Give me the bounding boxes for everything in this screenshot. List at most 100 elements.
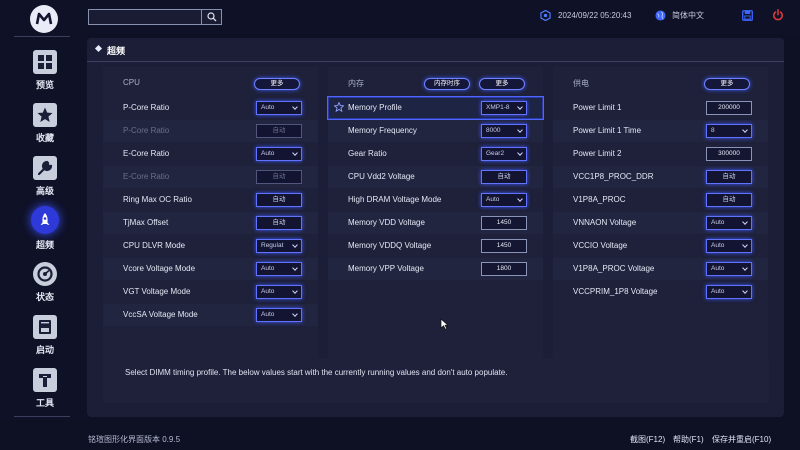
tjmax-offset-button[interactable]: 自动 [256,216,302,230]
sidebar-item-tools[interactable]: 工具 [18,368,72,416]
setting-row[interactable]: VCCIO Voltage Auto [553,235,768,257]
setting-row: P-Core Ratio 自动 [103,120,318,142]
cpu-dlvr-mode-dropdown[interactable]: Regulat [256,239,302,253]
power-icon[interactable] [772,9,784,21]
setting-row[interactable]: CPU Vdd2 Voltage 自动 [328,166,543,188]
setting-row[interactable]: Power Limit 1 Time 8 [553,120,768,142]
setting-row[interactable]: TjMax Offset 自动 [103,212,318,234]
memory-profile-dropdown[interactable]: XMP1-8 [481,101,527,115]
search-button[interactable] [201,9,222,25]
favorite-star-icon[interactable] [334,102,344,112]
setting-row[interactable]: P-Core Ratio Auto [103,97,318,119]
v1p8a-proc-voltage-dropdown[interactable]: Auto [706,262,752,276]
setting-label: CPU DLVR Mode [123,241,186,250]
globe-icon [655,10,666,21]
setting-label: E-Core Ratio [123,149,170,158]
column-title: 内存 [348,79,364,88]
grid-icon [33,50,57,74]
setting-label: V1P8A_PROC [573,195,626,204]
power-limit-2-input[interactable]: 300000 [706,147,752,161]
sidebar-item-label: 工具 [35,398,54,408]
vccsa-voltage-mode-dropdown[interactable]: Auto [256,308,302,322]
setting-row[interactable]: Gear Ratio Gear2 [328,143,543,165]
vccprim-1p8-voltage-dropdown[interactable]: Auto [706,285,752,299]
memory-frequency-dropdown[interactable]: 8000 [481,124,527,138]
setting-row[interactable]: CPU DLVR Mode Regulat [103,235,318,257]
setting-label: Vcore Voltage Mode [123,264,196,273]
setting-row-selected[interactable]: Memory Profile XMP1-8 [327,96,544,120]
setting-row[interactable]: Ring Max OC Ratio 自动 [103,189,318,211]
setting-row[interactable]: VCCPRIM_1P8 Voltage Auto [553,281,768,303]
setting-row[interactable]: Memory VPP Voltage 1800 [328,258,543,280]
sidebar-item-status[interactable]: 状态 [18,262,72,310]
sidebar-item-preview[interactable]: 预览 [18,50,72,98]
sidebar-item-boot[interactable]: 启动 [18,315,72,363]
e-core-ratio-dropdown[interactable]: Auto [256,147,302,161]
datetime-display: 2024/09/22 05:20:43 [540,10,631,21]
memory-vpp-voltage-input[interactable]: 1800 [481,262,527,276]
sidebar-item-advanced[interactable]: 高级 [18,156,72,204]
save-icon[interactable] [742,10,753,21]
setting-row[interactable]: Memory Frequency 8000 [328,120,543,142]
setting-row[interactable]: High DRAM Voltage Mode Auto [328,189,543,211]
memory-timing-button[interactable]: 内存时序 [424,78,470,90]
setting-label: Memory VDDQ Voltage [348,241,432,250]
diamond-icon [94,44,103,53]
ring-max-oc-ratio-button[interactable]: 自动 [256,193,302,207]
memory-more-button[interactable]: 更多 [479,78,525,90]
e-core-ratio-value: 自动 [256,170,302,184]
section-header: 超频 [87,38,784,62]
setting-label: VGT Voltage Mode [123,287,191,296]
vccio-voltage-dropdown[interactable]: Auto [706,239,752,253]
setting-row[interactable]: VccSA Voltage Mode Auto [103,304,318,326]
power-limit-1-input[interactable]: 200000 [706,101,752,115]
setting-row[interactable]: Memory VDDQ Voltage 1450 [328,235,543,257]
high-dram-voltage-mode-dropdown[interactable]: Auto [481,193,527,207]
setting-label: VccSA Voltage Mode [123,310,198,319]
vcc1p8-proc-ddr-button[interactable]: 自动 [706,170,752,184]
power-column: 供电 更多 Power Limit 1 200000 Power Limit 1… [553,67,768,383]
column-header: CPU 更多 [103,67,318,97]
cpu-vdd2-voltage-button[interactable]: 自动 [481,170,527,184]
setting-row[interactable]: V1P8A_PROC Voltage Auto [553,258,768,280]
setting-label: VCC1P8_PROC_DDR [573,172,654,181]
setting-row[interactable]: V1P8A_PROC 自动 [553,189,768,211]
sidebar-item-label: 预览 [35,80,54,90]
setting-row[interactable]: Memory VDD Voltage 1450 [328,212,543,234]
screenshot-button[interactable]: 截图(F12) [630,434,665,445]
v1p8a-proc-button[interactable]: 自动 [706,193,752,207]
setting-row: E-Core Ratio 自动 [103,166,318,188]
setting-row[interactable]: VCC1P8_PROC_DDR 自动 [553,166,768,188]
top-bar: 2024/09/22 05:20:43 简体中文 [0,0,800,34]
maxsun-logo [30,5,58,33]
setting-label: E-Core Ratio [123,172,170,181]
setting-label: Memory Frequency [348,126,417,135]
setting-row[interactable]: Power Limit 1 200000 [553,97,768,119]
vgt-voltage-mode-dropdown[interactable]: Auto [256,285,302,299]
cpu-column: CPU 更多 P-Core Ratio Auto P-Core Ratio 自动… [103,67,318,383]
save-and-restart-button[interactable]: 保存并重启(F10) [712,434,771,445]
cpu-more-button[interactable]: 更多 [254,78,300,90]
setting-row[interactable]: Power Limit 2 300000 [553,143,768,165]
search-input[interactable] [88,9,202,25]
power-limit-1-time-dropdown[interactable]: 8 [706,124,752,138]
gear-ratio-dropdown[interactable]: Gear2 [481,147,527,161]
vcore-voltage-mode-dropdown[interactable]: Auto [256,262,302,276]
column-header: 内存 内存时序 更多 [328,67,543,97]
setting-row[interactable]: VGT Voltage Mode Auto [103,281,318,303]
sidebar-divider [14,416,70,417]
sidebar-item-favorites[interactable]: 收藏 [18,103,72,151]
setting-row[interactable]: E-Core Ratio Auto [103,143,318,165]
sidebar-item-overclock[interactable]: 超频 [18,206,72,254]
setting-label: Power Limit 1 [573,103,622,112]
memory-vddq-voltage-input[interactable]: 1450 [481,239,527,253]
language-selector[interactable]: 简体中文 [655,10,704,21]
memory-vdd-voltage-input[interactable]: 1450 [481,216,527,230]
help-button[interactable]: 帮助(F1) [673,434,704,445]
power-more-button[interactable]: 更多 [704,78,750,90]
vnnaon-voltage-dropdown[interactable]: Auto [706,216,752,230]
search-box [88,9,222,25]
p-core-ratio-dropdown[interactable]: Auto [256,101,302,115]
setting-row[interactable]: VNNAON Voltage Auto [553,212,768,234]
setting-row[interactable]: Vcore Voltage Mode Auto [103,258,318,280]
